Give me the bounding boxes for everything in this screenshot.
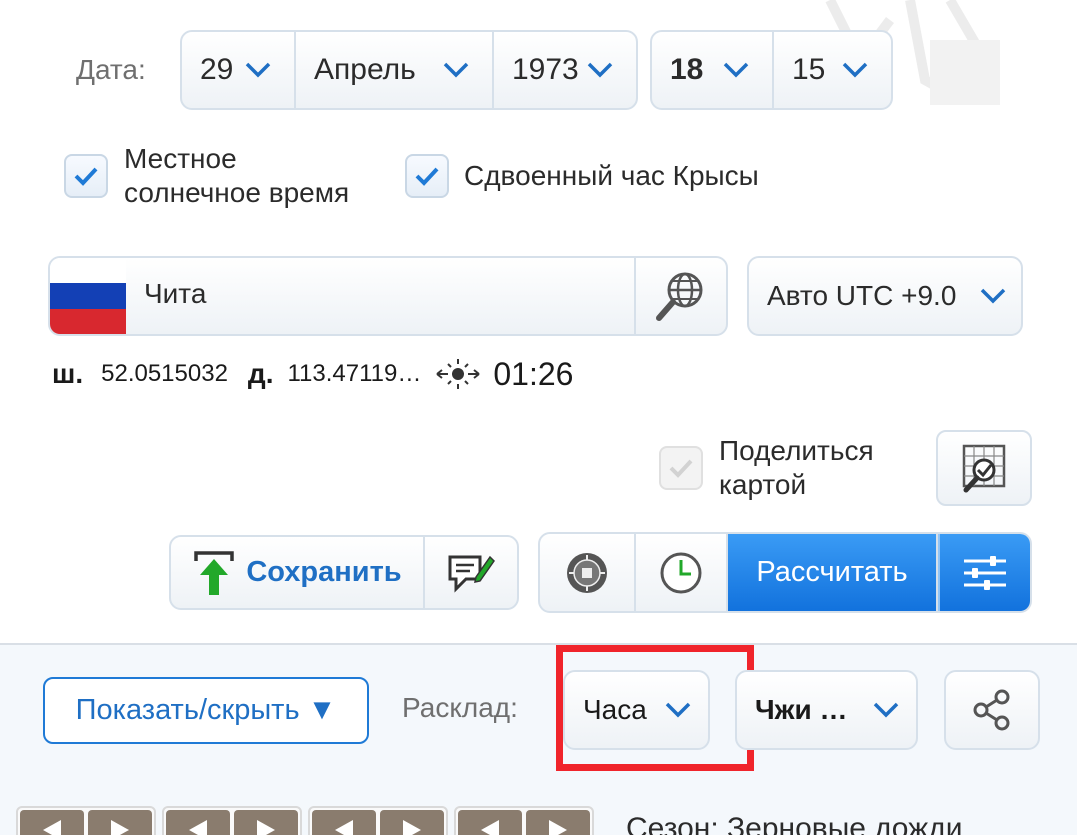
next-button[interactable] xyxy=(88,810,152,835)
calculate-label: Рассчитать xyxy=(756,556,908,588)
arrow-right-icon xyxy=(111,820,129,835)
chevron-down-icon xyxy=(245,62,271,78)
longitude-label: д. xyxy=(247,358,274,389)
globe-search-button[interactable] xyxy=(634,258,726,334)
save-label: Сохранить xyxy=(246,556,402,588)
share-map-checkbox[interactable] xyxy=(659,446,703,490)
prev-button[interactable] xyxy=(20,810,84,835)
nav-group xyxy=(454,806,594,835)
label-line: Поделиться xyxy=(719,435,874,466)
map-search-icon xyxy=(962,444,1006,493)
calculate-group: Рассчитать xyxy=(538,532,1032,613)
globe-search-icon xyxy=(656,272,703,321)
show-hide-button[interactable]: Показать/скрыть ▼ xyxy=(43,677,369,744)
double-rat-hour-label: Сдвоенный час Крысы xyxy=(464,160,759,191)
month-value: Апрель xyxy=(314,53,416,86)
nav-group xyxy=(162,806,302,835)
local-solar-time-checkbox[interactable] xyxy=(64,154,108,198)
upload-arrow-icon xyxy=(194,550,235,595)
nav-group xyxy=(308,806,448,835)
arrow-left-icon xyxy=(189,820,207,835)
local-solar-time-label: Местное солнечное время xyxy=(124,142,349,210)
latitude-label: ш. xyxy=(52,358,84,389)
minute-select[interactable]: 15 xyxy=(774,32,891,108)
next-button[interactable] xyxy=(234,810,298,835)
arrow-right-icon xyxy=(549,820,567,835)
calculate-button[interactable]: Рассчитать xyxy=(728,534,938,611)
date-label: Дата: xyxy=(76,54,146,85)
prev-button[interactable] xyxy=(458,810,522,835)
latitude-value: 52.0515032 xyxy=(101,360,228,387)
navigation-row xyxy=(16,806,594,835)
day-select[interactable]: 29 xyxy=(182,32,296,108)
method-value: Чжи … xyxy=(755,694,848,725)
year-value: 1973 xyxy=(512,53,579,86)
settings-button[interactable] xyxy=(938,534,1030,611)
month-select[interactable]: Апрель xyxy=(296,32,494,108)
hour-value: 18 xyxy=(670,53,704,86)
clock-button[interactable] xyxy=(636,534,728,611)
nav-group xyxy=(16,806,156,835)
label-line: солнечное время xyxy=(124,177,350,208)
russia-flag-icon xyxy=(50,258,126,334)
label-line: картой xyxy=(719,469,807,500)
sliders-icon xyxy=(964,555,1006,590)
prev-button[interactable] xyxy=(312,810,376,835)
chevron-down-icon xyxy=(443,62,469,78)
clock-icon xyxy=(660,552,702,593)
double-rat-hour-checkbox[interactable] xyxy=(405,154,449,198)
layout-label: Расклад: xyxy=(402,692,518,723)
chevron-down-icon xyxy=(842,62,868,78)
city-name: Чита xyxy=(144,278,207,309)
city-field[interactable]: Чита xyxy=(48,256,728,336)
arrow-right-icon xyxy=(257,820,275,835)
timezone-value: Авто UTC +9.0 xyxy=(767,280,957,311)
day-value: 29 xyxy=(200,53,234,86)
longitude-value: 113.47119… xyxy=(287,360,422,387)
checkmark-icon xyxy=(74,167,98,186)
next-button[interactable] xyxy=(380,810,444,835)
method-select[interactable]: Чжи … xyxy=(735,670,918,750)
bagua-compass-icon xyxy=(567,552,607,593)
date-selector: 29 Апрель 1973 xyxy=(180,30,638,110)
time-selector: 18 15 xyxy=(650,30,893,110)
checkmark-icon xyxy=(415,167,439,186)
arrow-left-icon xyxy=(335,820,353,835)
comment-button[interactable] xyxy=(425,537,517,608)
chevron-down-icon xyxy=(873,702,899,718)
comment-edit-icon xyxy=(448,555,495,593)
highlight-box xyxy=(556,645,754,771)
bagua-button[interactable] xyxy=(540,534,636,611)
season-text: Сезон: Зерновые дожди xyxy=(626,812,963,835)
share-icon xyxy=(973,689,1010,731)
timezone-select[interactable]: Авто UTC +9.0 xyxy=(747,256,1023,336)
year-select[interactable]: 1973 xyxy=(494,32,636,108)
map-inspect-button[interactable] xyxy=(936,430,1032,506)
chevron-down-icon xyxy=(980,288,1006,304)
minute-value: 15 xyxy=(792,53,826,86)
solar-time-value: 01:26 xyxy=(493,355,574,392)
chevron-down-icon xyxy=(723,62,749,78)
label-line: Местное xyxy=(124,143,237,174)
arrow-left-icon xyxy=(43,820,61,835)
arrow-right-icon xyxy=(403,820,421,835)
prev-button[interactable] xyxy=(166,810,230,835)
next-button[interactable] xyxy=(526,810,590,835)
save-button[interactable]: Сохранить xyxy=(171,537,425,608)
arrow-left-icon xyxy=(481,820,499,835)
chevron-down-icon xyxy=(587,62,613,78)
checkmark-icon xyxy=(669,459,693,478)
sun-arrows-icon xyxy=(436,359,480,389)
hour-select[interactable]: 18 xyxy=(652,32,774,108)
share-map-label: Поделиться картой xyxy=(719,434,874,502)
share-button[interactable] xyxy=(944,670,1040,750)
coordinates-row: ш. 52.0515032 д. 113.47119… 01:26 xyxy=(52,356,573,392)
save-group: Сохранить xyxy=(169,535,519,610)
